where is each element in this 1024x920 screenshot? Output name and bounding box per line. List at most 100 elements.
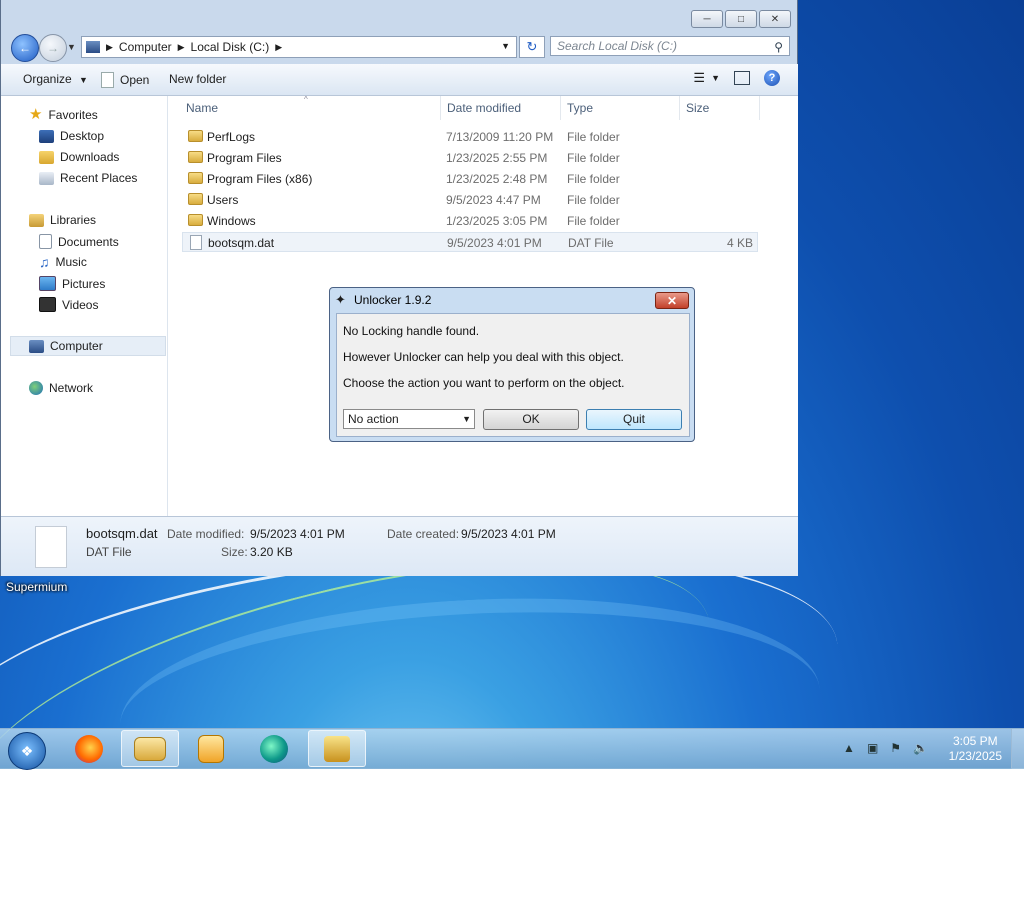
dialog-message-line: However Unlocker can help you deal with … — [343, 350, 624, 364]
nav-videos[interactable]: Videos — [39, 297, 98, 312]
nav-label: Recent Places — [60, 171, 138, 185]
search-input[interactable]: Search Local Disk (C:) ⚲ — [550, 36, 790, 56]
details-created-label: Date created: — [387, 527, 460, 541]
file-row-users[interactable]: Users 9/5/2023 4:47 PM File folder — [182, 190, 758, 210]
folder-icon — [188, 130, 203, 142]
computer-location-icon — [86, 41, 100, 53]
document-icon — [101, 72, 114, 88]
search-icon[interactable]: ⚲ — [774, 38, 783, 56]
column-label: Name — [186, 101, 219, 115]
details-pane: bootsqm.dat DAT File Date modified: 9/5/… — [1, 516, 798, 576]
address-dropdown-icon[interactable]: ▼ — [501, 41, 510, 51]
column-header-date-modified[interactable]: Date modified — [441, 96, 561, 120]
clock[interactable]: 3:05 PM 1/23/2025 — [949, 734, 1002, 764]
address-bar[interactable]: ▶ Computer ▶ Local Disk (C:) ▶ ▼ — [81, 36, 517, 58]
taskbar-media-player[interactable] — [182, 730, 240, 767]
chevron-down-icon[interactable]: ▼ — [711, 73, 720, 83]
breadcrumb-local-disk[interactable]: Local Disk (C:) — [191, 40, 270, 54]
clock-time: 3:05 PM — [952, 734, 998, 748]
chevron-down-icon: ▼ — [462, 414, 471, 424]
taskbar-explorer[interactable] — [121, 730, 179, 767]
nav-label: Desktop — [60, 129, 105, 143]
back-button[interactable]: ← — [11, 34, 39, 62]
folder-icon — [188, 172, 203, 184]
unlocker-icon — [324, 735, 350, 762]
pictures-icon — [39, 276, 56, 291]
refresh-button[interactable]: ↻ — [519, 36, 545, 58]
taskbar-unlocker[interactable] — [308, 730, 366, 767]
organize-button[interactable]: Organize ▼ — [23, 72, 88, 86]
dialog-body: No Locking handle found. However Unlocke… — [336, 313, 690, 437]
preview-pane-icon[interactable] — [734, 71, 750, 85]
file-type: File folder — [567, 172, 620, 186]
nav-music[interactable]: ♫ Music — [39, 255, 87, 269]
nav-label: Libraries — [50, 213, 97, 227]
nav-downloads[interactable]: Downloads — [39, 150, 119, 164]
minimize-button[interactable]: ─ — [691, 10, 723, 28]
details-size-value: 3.20 KB — [250, 545, 293, 559]
browser-icon — [260, 734, 288, 763]
nav-desktop[interactable]: Desktop — [39, 129, 104, 143]
column-header-type[interactable]: Type — [561, 96, 680, 120]
unlocker-wand-icon: ✦ — [335, 292, 346, 307]
organize-label: Organize — [23, 72, 72, 86]
close-button[interactable]: ✕ — [759, 10, 791, 28]
nav-label: Videos — [62, 297, 99, 312]
nav-recent-places[interactable]: Recent Places — [39, 171, 137, 185]
file-date: 7/13/2009 11:20 PM — [446, 130, 554, 144]
new-folder-button[interactable]: New folder — [169, 72, 226, 86]
nav-network[interactable]: Network — [29, 381, 93, 395]
help-icon[interactable]: ? — [764, 70, 780, 86]
show-hidden-icons-icon[interactable]: ▲ — [843, 741, 855, 755]
file-type: File folder — [567, 151, 620, 165]
command-bar: Organize ▼ Open New folder ☰ ▼ ? — [1, 64, 798, 96]
nav-libraries[interactable]: Libraries — [29, 213, 96, 227]
file-icon — [190, 235, 202, 250]
details-modified-value: 9/5/2023 4:01 PM — [250, 527, 345, 541]
nav-label: Downloads — [60, 150, 120, 164]
taskbar-firefox[interactable] — [60, 730, 118, 767]
file-row-windows[interactable]: Windows 1/23/2025 3:05 PM File folder — [182, 211, 758, 231]
file-row-bootsqm[interactable]: bootsqm.dat 9/5/2023 4:01 PM DAT File 4 … — [182, 232, 758, 252]
file-row-program-files[interactable]: Program Files 1/23/2025 2:55 PM File fol… — [182, 148, 758, 168]
nav-documents[interactable]: Documents — [39, 234, 119, 249]
desktop-icon — [39, 129, 54, 143]
action-select[interactable]: No action ▼ — [343, 409, 475, 429]
file-type: File folder — [567, 130, 620, 144]
nav-favorites[interactable]: ★ Favorites — [29, 107, 98, 122]
maximize-button[interactable]: □ — [725, 10, 757, 28]
nav-pictures[interactable]: Pictures — [39, 276, 105, 291]
ok-button[interactable]: OK — [483, 409, 579, 430]
nav-computer[interactable]: Computer — [29, 339, 103, 353]
breadcrumb-separator-icon[interactable]: ▶ — [275, 42, 282, 53]
downloads-icon — [39, 150, 54, 164]
file-name: Windows — [207, 214, 256, 228]
music-note-icon: ♫ — [39, 254, 50, 270]
recent-pages-dropdown-icon[interactable]: ▼ — [67, 42, 76, 52]
volume-muted-icon[interactable]: 🔈 — [913, 741, 928, 755]
details-modified-label: Date modified: — [167, 527, 245, 541]
action-center-flag-icon[interactable]: ⚑ — [890, 741, 901, 755]
dialog-close-button[interactable]: ✕ — [655, 292, 689, 309]
quit-button[interactable]: Quit — [586, 409, 682, 430]
show-desktop-button[interactable] — [1011, 729, 1024, 769]
desktop-icon-label-supermium[interactable]: Supermium — [6, 580, 67, 594]
breadcrumb-separator-icon[interactable]: ▶ — [178, 42, 185, 53]
network-tray-icon[interactable]: ▣ — [867, 741, 878, 755]
breadcrumb-computer[interactable]: Computer — [119, 40, 172, 54]
breadcrumb-separator-icon[interactable]: ▶ — [106, 42, 113, 53]
file-row-perflogs[interactable]: PerfLogs 7/13/2009 11:20 PM File folder — [182, 127, 758, 147]
open-button[interactable]: Open — [101, 72, 149, 88]
start-button[interactable]: ❖ — [8, 732, 46, 770]
column-header-name[interactable]: Name ^ — [180, 95, 441, 120]
file-name: Program Files (x86) — [207, 172, 313, 186]
forward-button[interactable]: → — [39, 34, 67, 62]
file-row-program-files-x86[interactable]: Program Files (x86) 1/23/2025 2:48 PM Fi… — [182, 169, 758, 189]
column-header-size[interactable]: Size — [680, 96, 760, 120]
clock-date: 1/23/2025 — [948, 749, 1002, 763]
taskbar: ❖ ▲ ▣ ⚑ 🔈 3:05 PM 1/23/2025 — [0, 728, 1024, 770]
file-name: Users — [207, 193, 239, 207]
taskbar-browser[interactable] — [245, 730, 303, 767]
file-name: Program Files — [207, 151, 282, 165]
change-view-icon[interactable]: ☰ — [693, 70, 705, 86]
